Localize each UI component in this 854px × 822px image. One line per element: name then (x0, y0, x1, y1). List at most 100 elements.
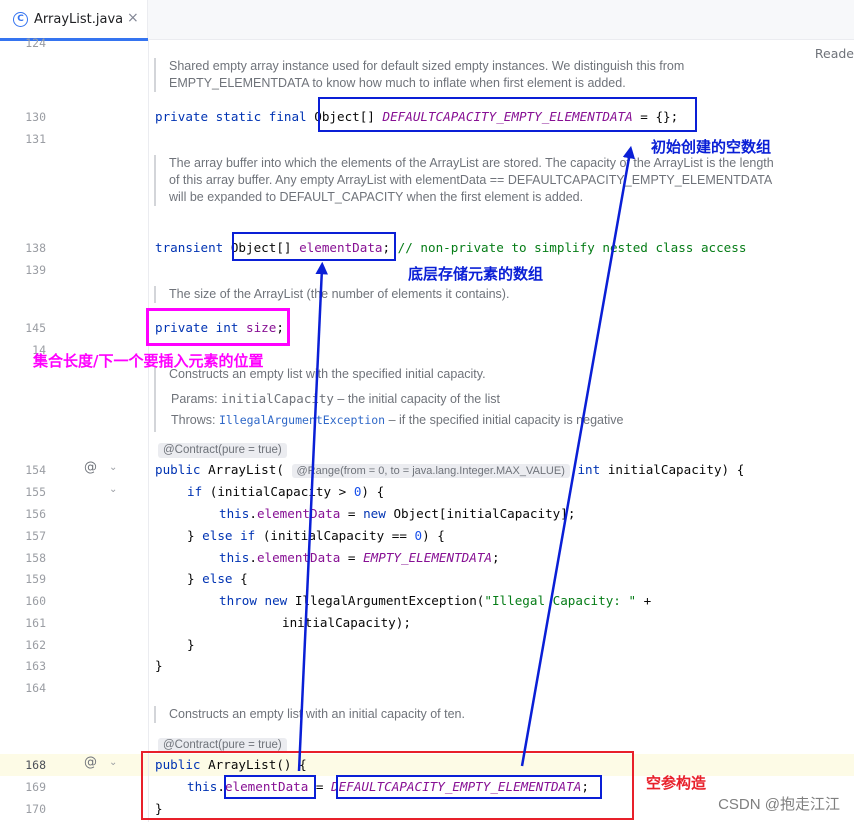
code-text: = (340, 550, 364, 565)
code-text: (initialCapacity > (209, 484, 354, 499)
line-number: 139 (25, 263, 46, 277)
code-text: = (340, 506, 364, 521)
fold-icon[interactable]: ⌄ (109, 484, 117, 495)
code-line-160[interactable]: throw new IllegalArgumentException("Ille… (219, 592, 651, 610)
csdn-watermark: CSDN @抱走江江 (718, 796, 840, 813)
javadoc-block: Constructs an empty list with an initial… (154, 706, 784, 723)
code-text: ; (382, 240, 398, 255)
current-line-highlight (0, 754, 854, 776)
code-line-169[interactable]: this.elementData = DEFAULTCAPACITY_EMPTY… (187, 778, 589, 796)
type: Object[] (230, 240, 300, 255)
tab-arraylist-java[interactable]: C ArrayList.java × (0, 0, 148, 41)
override-icon[interactable]: @ (84, 755, 97, 770)
contract-hint: @Contract(pure = true) (158, 443, 287, 458)
fold-icon[interactable]: ⌄ (109, 757, 117, 768)
code-text: IllegalArgumentException( (294, 593, 485, 608)
field: elementData (224, 779, 309, 794)
line-number: 161 (25, 616, 46, 630)
code-line-145[interactable]: private int size; (155, 319, 284, 337)
line-number: 138 (25, 241, 46, 255)
code-text: (initialCapacity == (262, 528, 415, 543)
keyword: private static final (155, 109, 315, 124)
keyword: new (363, 506, 394, 521)
code-line-161[interactable]: initialCapacity); (282, 614, 411, 632)
exception-link[interactable]: IllegalArgumentException (219, 413, 385, 427)
keyword: this (219, 506, 250, 521)
line-number: 155 (25, 485, 46, 499)
method-name: ArrayList (208, 757, 277, 772)
param-name: initialCapacity (221, 391, 334, 406)
override-icon[interactable]: @ (84, 460, 97, 475)
constant: DEFAULTCAPACITY_EMPTY_ELEMENTDATA (382, 109, 633, 124)
constant: DEFAULTCAPACITY_EMPTY_ELEMENTDATA (331, 779, 582, 794)
line-number: 124 (25, 36, 46, 50)
code-line-168[interactable]: public ArrayList() { (155, 756, 307, 774)
keyword: public (155, 757, 209, 772)
code-text: { (240, 571, 248, 586)
contract-hint: @Contract(pure = true) (158, 738, 287, 753)
javadoc-block: The array buffer into which the elements… (154, 155, 784, 206)
annotation-default-ctor-label: 空参构造 (646, 774, 707, 792)
keyword: this (219, 550, 250, 565)
reader-mode-toggle[interactable]: Reade (815, 46, 854, 61)
code-text: } (187, 571, 203, 586)
line-number: 163 (25, 659, 46, 673)
line-number: 154 (25, 463, 46, 477)
code-line-156[interactable]: this.elementData = new Object[initialCap… (219, 505, 575, 523)
javadoc-throws: Throws: IllegalArgumentException – if th… (171, 413, 623, 427)
line-number: 145 (25, 321, 46, 335)
keyword: public (155, 462, 209, 477)
annotation-empty-array-label: 初始创建的空数组 (651, 138, 772, 156)
code-text: ) { (422, 528, 445, 543)
params-label: Params: (171, 392, 218, 406)
field: size (246, 320, 277, 335)
code-line-154[interactable]: public ArrayList( @Range(from = 0, to = … (155, 461, 744, 480)
code-line-157[interactable]: } else if (initialCapacity == 0) { (187, 527, 445, 545)
field: elementData (299, 240, 383, 255)
tab-label: ArrayList.java (34, 12, 124, 27)
code-line-159[interactable]: } else { (187, 570, 248, 588)
constant: EMPTY_ELEMENTDATA (363, 550, 492, 565)
line-number: 170 (25, 802, 46, 816)
code-text: . (249, 550, 257, 565)
code-text: = (308, 779, 332, 794)
keyword: this (187, 779, 218, 794)
throws-desc: – if the specified initial capacity is n… (385, 413, 624, 427)
code-text: () { (276, 757, 307, 772)
line-number: 159 (25, 572, 46, 586)
code-line-163[interactable]: } (155, 657, 163, 675)
code-text: + (636, 593, 652, 608)
keyword: private int (155, 320, 246, 335)
code-line-155[interactable]: if (initialCapacity > 0) { (187, 483, 384, 501)
line-number: 169 (25, 780, 46, 794)
code-line-158[interactable]: this.elementData = EMPTY_ELEMENTDATA; (219, 549, 500, 567)
annotation-storage-array-label: 底层存储元素的数组 (408, 265, 544, 283)
code-line-170[interactable]: } (155, 800, 163, 818)
keyword: throw new (219, 593, 295, 608)
type: Object[] (314, 109, 383, 124)
range-inlay-hint: @Range(from = 0, to = java.lang.Integer.… (291, 464, 570, 478)
keyword: transient (155, 240, 231, 255)
line-number: 131 (25, 132, 46, 146)
code-line-162[interactable]: } (187, 636, 195, 654)
line-number: 158 (25, 551, 46, 565)
keyword: int (569, 462, 608, 477)
line-number: 164 (25, 681, 46, 695)
field: elementData (256, 550, 341, 565)
code-line-130[interactable]: private static final Object[] DEFAULTCAP… (155, 108, 678, 126)
code-text: Object[initialCapacity]; (393, 506, 576, 521)
java-class-icon: C (13, 12, 28, 27)
line-number: 168 (25, 758, 46, 772)
code-text: ; (581, 779, 589, 794)
fold-icon[interactable]: ⌄ (109, 462, 117, 473)
editor-tab-bar: C ArrayList.java × (0, 0, 854, 41)
keyword: else (202, 571, 241, 586)
code-text: ; (492, 550, 500, 565)
annotation-size-label: 集合长度/下一个要插入元素的位置 (33, 352, 264, 370)
param: initialCapacity) { (607, 462, 745, 477)
param-desc: – the initial capacity of the list (333, 392, 500, 406)
code-line-138[interactable]: transient Object[] elementData; // non-p… (155, 239, 746, 257)
code-text: = {}; (632, 109, 679, 124)
close-icon[interactable]: × (127, 10, 139, 26)
code-text: ; (276, 320, 284, 335)
